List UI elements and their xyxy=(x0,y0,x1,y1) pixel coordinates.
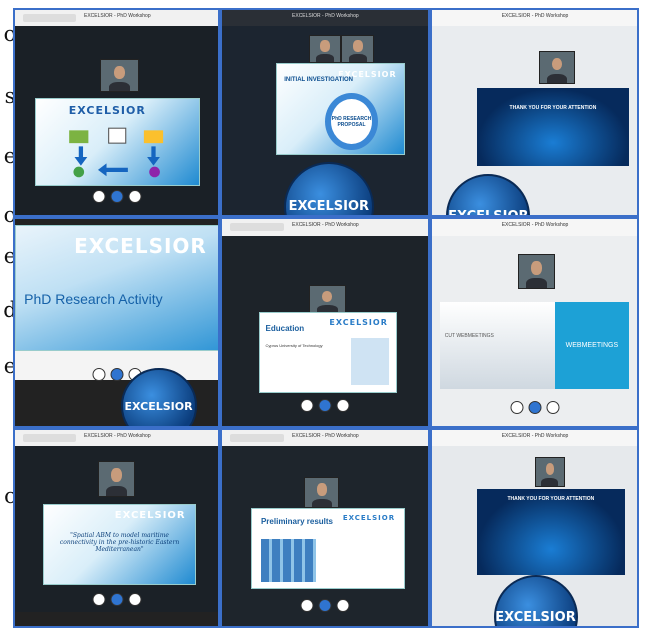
result-maps xyxy=(260,539,316,582)
workflow-diagram xyxy=(69,127,164,178)
webcam-video xyxy=(518,254,555,290)
slide-image: CUT WEBMEETINGS xyxy=(440,301,555,389)
meeting-controls xyxy=(300,399,350,413)
presentation-slide: EXCELSIOR xyxy=(35,98,200,187)
taskbar xyxy=(15,612,218,626)
meeting-controls xyxy=(300,598,350,612)
excelsior-badge: EXCELSIOR xyxy=(446,174,531,215)
browser-bar: EXCELSIOR - PhD Workshop xyxy=(432,219,637,236)
browser-bar: EXCELSIOR - PhD Workshop xyxy=(15,430,218,446)
browser-bar: EXCELSIOR - PhD Workshop xyxy=(222,10,428,27)
presentation-slide: EXCELSIOR PhD Research Activity xyxy=(15,225,218,352)
presentation-slide: EXCELSIOR Education Cyprus University of… xyxy=(259,312,398,393)
presentation-slide: EXCELSIOR "Spatial ABM to model maritime… xyxy=(43,504,196,585)
photo-tile-5: EXCELSIOR - PhD Workshop EXCELSIOR Educa… xyxy=(222,219,428,426)
presentation-slide: EXCELSIOR Preliminary results xyxy=(250,508,406,589)
photo-tile-2: EXCELSIOR - PhD Workshop EXCELSIOR INITI… xyxy=(222,10,428,215)
webcam-video xyxy=(534,457,566,487)
photo-collage: EXCELSIOR - PhD Workshop EXCELSIOR EXCEL… xyxy=(13,8,639,628)
excelsior-badge: EXCELSIOR xyxy=(283,161,374,215)
webcam-video xyxy=(304,477,340,509)
browser-bar: EXCELSIOR - PhD Workshop xyxy=(222,219,428,236)
slide-quote: "Spatial ABM to model maritime connectiv… xyxy=(59,532,180,554)
webcam-video xyxy=(98,461,135,497)
meeting-controls xyxy=(92,592,141,606)
browser-bar: EXCELSIOR - PhD Workshop xyxy=(432,10,637,27)
browser-bar: EXCELSIOR - PhD Workshop xyxy=(15,10,218,27)
slide-image xyxy=(351,338,390,386)
photo-tile-6: EXCELSIOR - PhD Workshop CUT WEBMEETINGS… xyxy=(432,219,637,426)
photo-tile-8: EXCELSIOR - PhD Workshop EXCELSIOR Preli… xyxy=(222,430,428,626)
photo-tile-3: EXCELSIOR - PhD Workshop THANK YOU FOR Y… xyxy=(432,10,637,215)
meeting-controls xyxy=(92,190,141,204)
webcam-video xyxy=(308,285,346,315)
research-cycle: PhD RESEARCH PROPOSAL xyxy=(325,93,378,151)
slide-heading: Preliminary results xyxy=(260,517,334,527)
photo-tile-4: EXCELSIOR PhD Research Activity EXCELSIO… xyxy=(15,219,218,426)
presentation-slide: THANK YOU FOR YOUR ATTENTION xyxy=(477,488,625,576)
browser-bar: EXCELSIOR - PhD Workshop xyxy=(222,430,428,446)
meeting-controls xyxy=(510,401,559,415)
photo-tile-9: EXCELSIOR - PhD Workshop THANK YOU FOR Y… xyxy=(432,430,637,626)
photo-tile-7: EXCELSIOR - PhD Workshop EXCELSIOR "Spat… xyxy=(15,430,218,626)
slide-heading: Education xyxy=(265,324,305,334)
webcam-video xyxy=(100,59,139,92)
photo-tile-1: EXCELSIOR - PhD Workshop EXCELSIOR xyxy=(15,10,218,215)
browser-bar: EXCELSIOR - PhD Workshop xyxy=(432,430,637,446)
presentation-slide: EXCELSIOR INITIAL INVESTIGATION PhD RESE… xyxy=(275,63,406,156)
webmeetings-panel: WEBMEETINGS xyxy=(555,301,629,389)
slide-subtitle: PhD Research Activity xyxy=(24,290,163,307)
slide-body: Cyprus University of Technology xyxy=(265,343,323,349)
webcam-video xyxy=(538,51,576,84)
webcam-video xyxy=(341,34,375,64)
webcam-video xyxy=(308,34,342,64)
presentation-slide: THANK YOU FOR YOUR ATTENTION xyxy=(477,87,629,166)
excelsior-badge: EXCELSIOR xyxy=(493,575,578,626)
